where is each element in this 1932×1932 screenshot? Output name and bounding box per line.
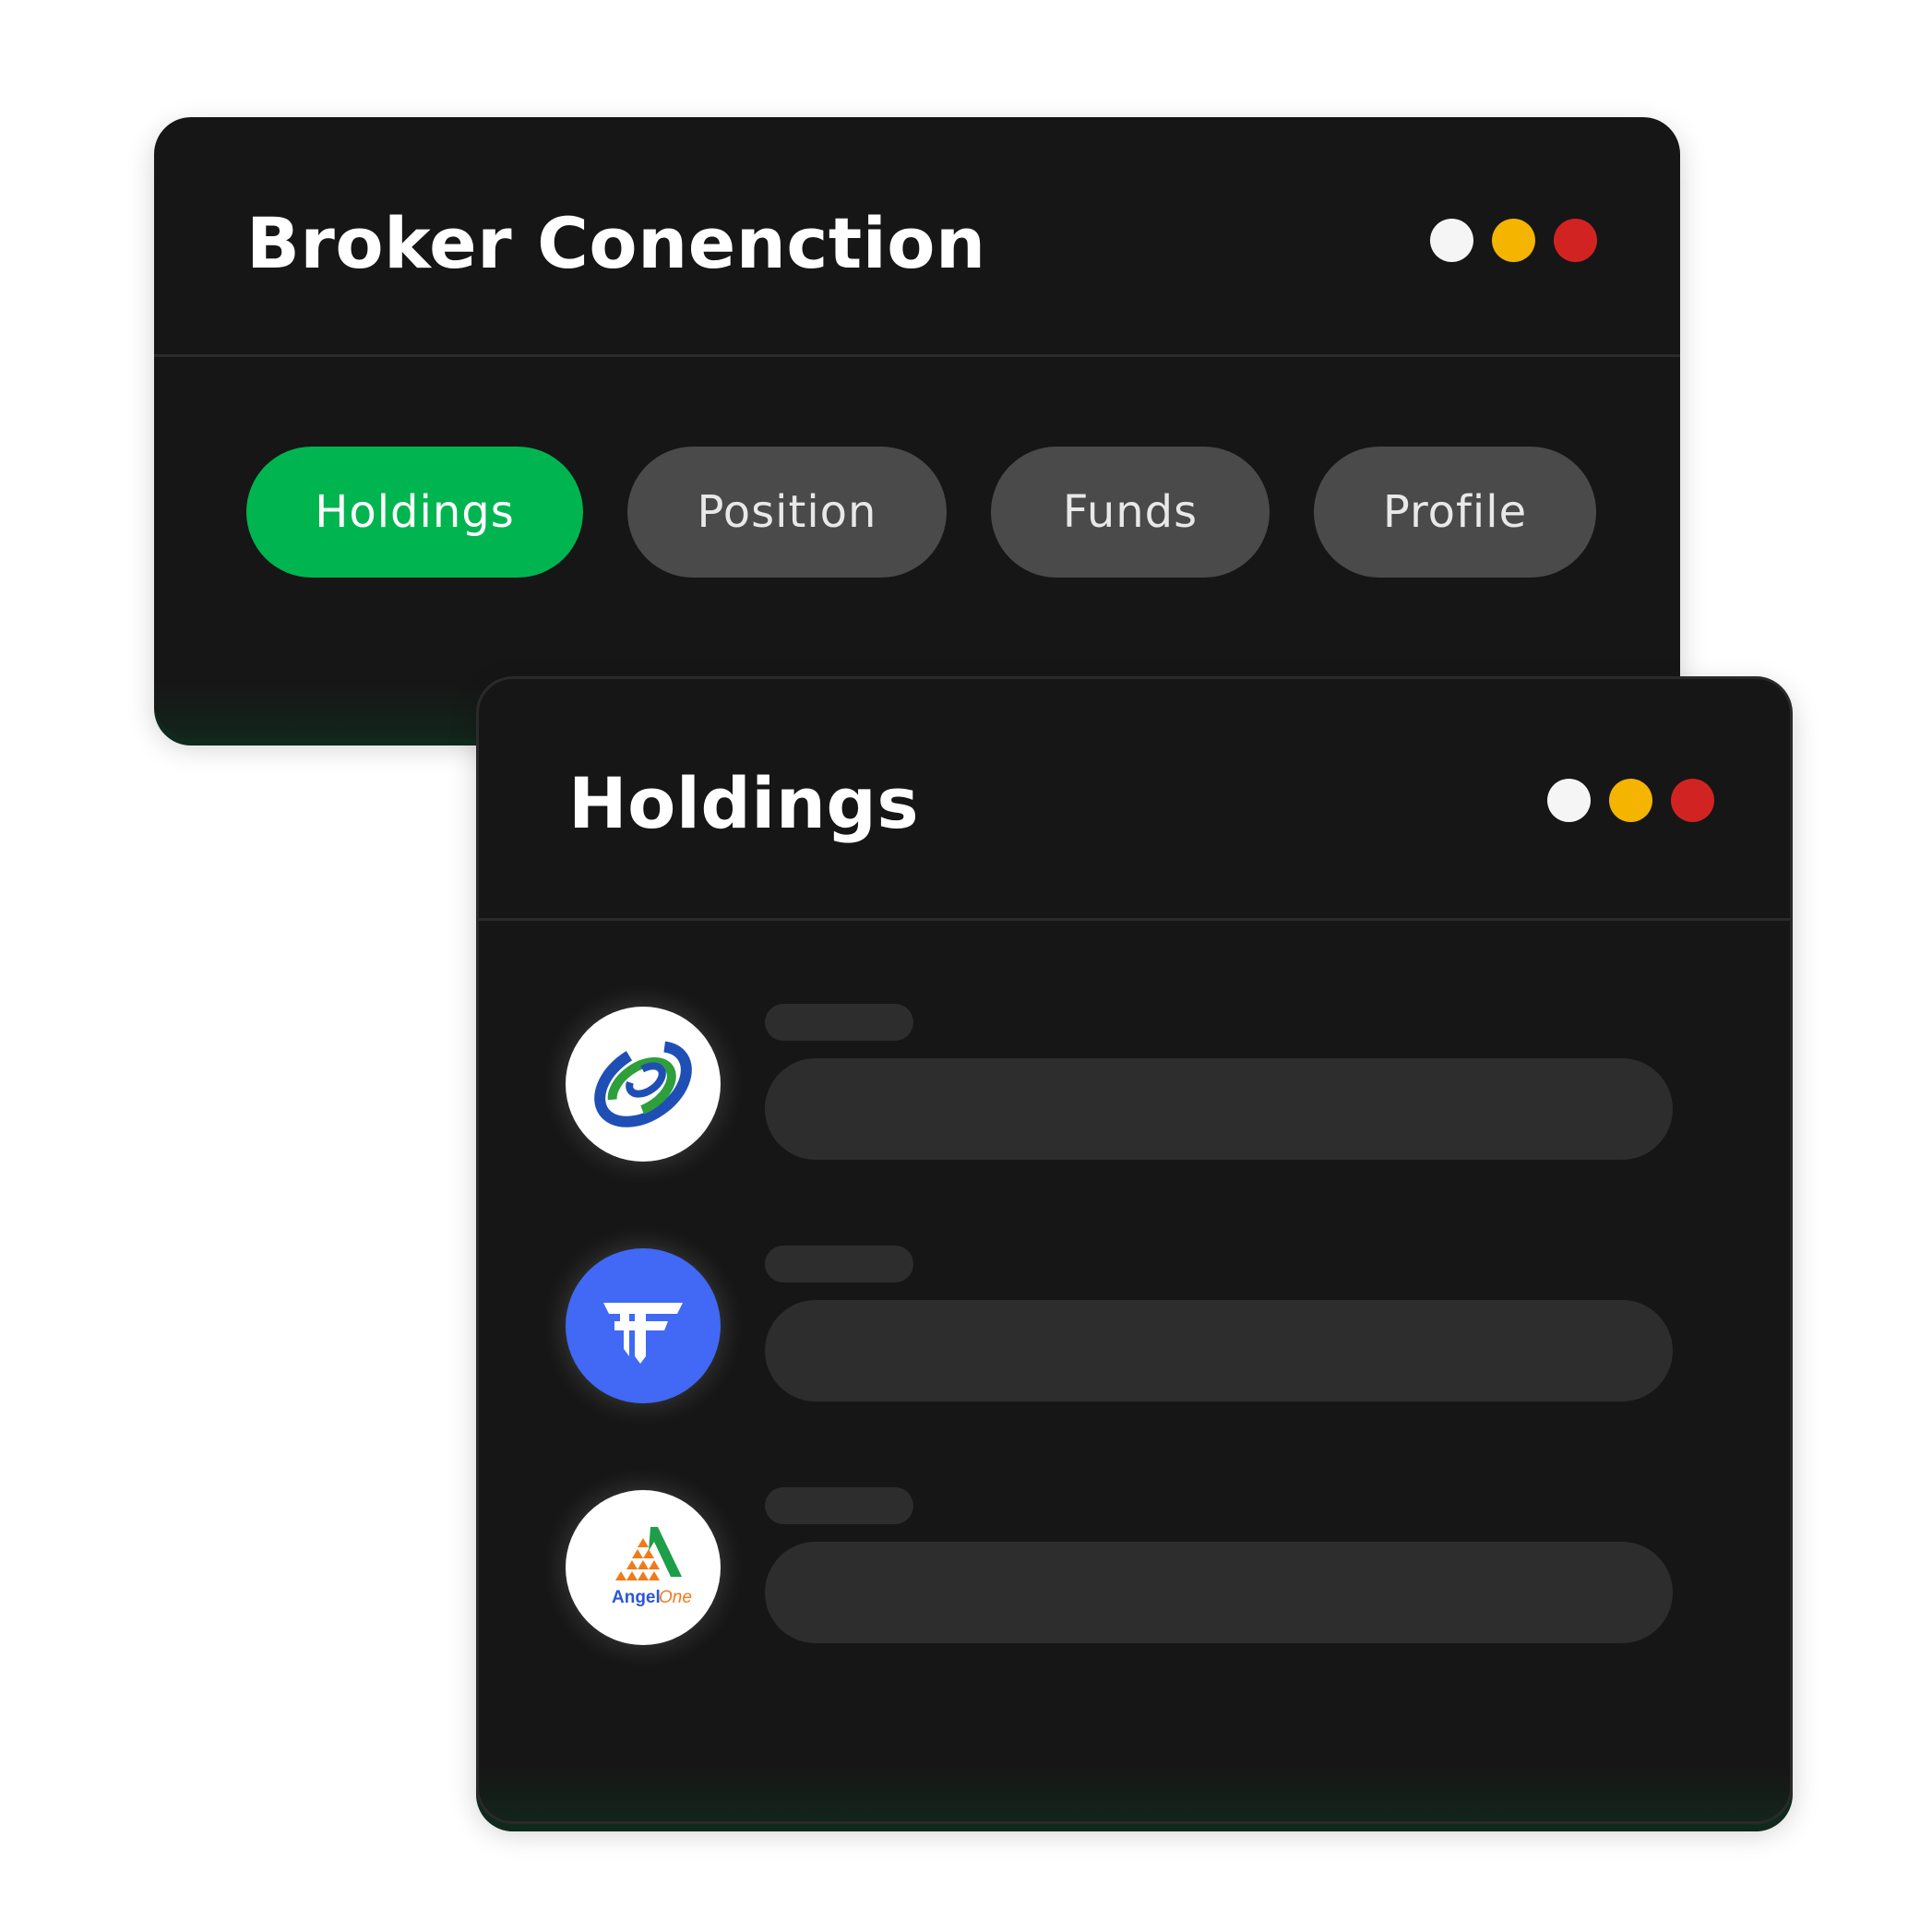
tab-funds[interactable]: Funds: [991, 447, 1270, 578]
broker-logo-ring-icon: [594, 1041, 692, 1127]
window-controls: [1430, 219, 1597, 262]
tab-holdings[interactable]: Holdings: [246, 447, 583, 578]
skeleton-bar: [765, 1300, 1673, 1401]
window-dot-yellow[interactable]: [1492, 219, 1535, 262]
broker-tabs: Holdings Position Funds Profile: [246, 447, 1596, 578]
broker-connection-window: Broker Conenction Holdings Position Fund…: [154, 117, 1680, 738]
window-controls: [1547, 779, 1714, 822]
window-dot-yellow[interactable]: [1609, 779, 1652, 822]
holdings-window-title: Holdings: [568, 762, 920, 844]
fyers-logo-icon: [603, 1303, 683, 1364]
broker-logo-ring-icon: [566, 1007, 721, 1162]
angelone-logo-text: Angel: [612, 1588, 661, 1607]
window-dot-red[interactable]: [1671, 779, 1714, 822]
skeleton-label: [765, 1487, 913, 1524]
skeleton-bar: [765, 1542, 1673, 1643]
tab-position[interactable]: Position: [627, 447, 947, 578]
skeleton-label: [765, 1004, 913, 1041]
holdings-window: Holdings Angel One: [476, 676, 1793, 1824]
window-dot-white[interactable]: [1430, 219, 1473, 262]
skeleton-bar: [765, 1058, 1673, 1160]
fyers-logo-icon: [566, 1248, 721, 1403]
window-dot-white[interactable]: [1547, 779, 1591, 822]
angelone-logo-icon: Angel One: [612, 1527, 692, 1607]
angelone-logo: Angel One: [566, 1490, 721, 1645]
broker-window-title: Broker Conenction: [246, 202, 986, 284]
holdings-list: Angel One: [566, 1004, 1673, 1732]
angelone-logo-text-2: One: [659, 1588, 692, 1607]
holdings-window-header: Holdings: [479, 679, 1790, 921]
skeleton-label: [765, 1246, 913, 1282]
list-item[interactable]: [566, 1246, 1673, 1490]
window-dot-red[interactable]: [1554, 219, 1597, 262]
list-item[interactable]: Angel One: [566, 1487, 1673, 1732]
list-item[interactable]: [566, 1004, 1673, 1248]
broker-window-header: Broker Conenction: [154, 117, 1680, 357]
tab-profile[interactable]: Profile: [1314, 447, 1596, 578]
